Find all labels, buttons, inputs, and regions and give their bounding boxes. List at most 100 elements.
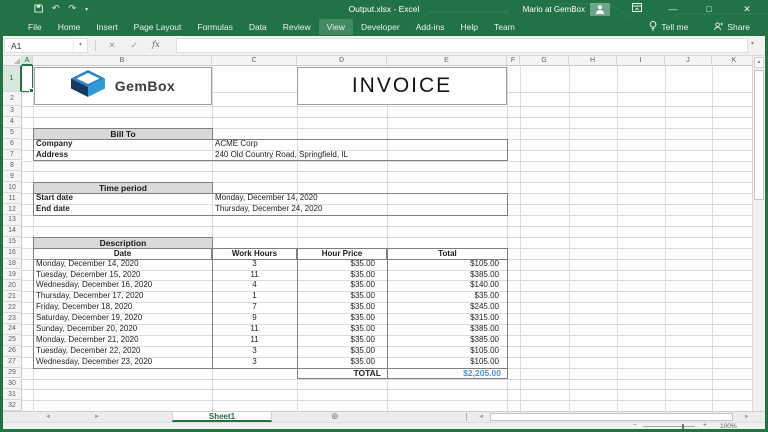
- work-row-hours[interactable]: 11: [212, 270, 297, 281]
- formula-input[interactable]: [176, 38, 748, 53]
- sheet-tab-sheet1[interactable]: Sheet1: [172, 412, 272, 422]
- work-row-hours[interactable]: 3: [212, 357, 297, 368]
- work-row-date[interactable]: Saturday, December 19, 2020: [36, 313, 209, 324]
- row-header-8[interactable]: 8: [3, 161, 22, 172]
- tab-scroll-divider[interactable]: [466, 413, 467, 421]
- column-header-h[interactable]: H: [569, 56, 617, 66]
- invoice-title-cell[interactable]: INVOICE: [297, 67, 507, 105]
- ribbon-tab-page-layout[interactable]: Page Layout: [126, 19, 190, 35]
- row-header-26[interactable]: 26: [3, 346, 22, 357]
- row-header-27[interactable]: 27: [3, 357, 22, 368]
- cancel-formula-icon[interactable]: ✕: [104, 38, 120, 53]
- scroll-up-icon[interactable]: ▲: [754, 57, 764, 68]
- vertical-scrollbar[interactable]: ▲: [752, 56, 765, 411]
- previous-sheet-icon[interactable]: ◄: [45, 414, 51, 420]
- ribbon-tab-review[interactable]: Review: [275, 19, 319, 35]
- time-period-value-2[interactable]: Thursday, December 24, 2020: [215, 204, 745, 215]
- zoom-out-icon[interactable]: −: [633, 422, 637, 429]
- row-header-24[interactable]: 24: [3, 324, 22, 335]
- time-period-label-1[interactable]: Start date: [36, 193, 209, 204]
- work-row-date[interactable]: Tuesday, December 15, 2020: [36, 270, 209, 281]
- work-row-hours[interactable]: 1: [212, 291, 297, 302]
- ribbon-tab-data[interactable]: Data: [241, 19, 275, 35]
- add-sheet-icon[interactable]: ⊕: [331, 412, 339, 422]
- row-header-2[interactable]: 2: [3, 92, 22, 106]
- ribbon-tab-developer[interactable]: Developer: [353, 19, 408, 35]
- row-header-6[interactable]: 6: [3, 139, 22, 150]
- work-row-price[interactable]: $35.00: [297, 335, 375, 346]
- work-row-hours[interactable]: 4: [212, 280, 297, 291]
- row-header-15[interactable]: 15: [3, 237, 22, 248]
- work-row-total[interactable]: $140.00: [387, 280, 499, 291]
- ribbon-display-options-icon[interactable]: [624, 0, 650, 18]
- hscroll-right-icon[interactable]: ►: [744, 414, 750, 420]
- work-row-price[interactable]: $35.00: [297, 270, 375, 281]
- column-header-b[interactable]: B: [33, 56, 212, 66]
- row-header-31[interactable]: 31: [3, 389, 22, 400]
- row-header-21[interactable]: 21: [3, 291, 22, 302]
- tell-me-box[interactable]: Tell me: [649, 21, 714, 33]
- hscroll-left-icon[interactable]: ◄: [478, 414, 484, 420]
- row-header-11[interactable]: 11: [3, 193, 22, 204]
- row-header-16[interactable]: 16: [3, 248, 22, 259]
- work-row-price[interactable]: $35.00: [297, 313, 375, 324]
- ribbon-tab-add-ins[interactable]: Add-ins: [408, 19, 453, 35]
- column-header-d[interactable]: D: [297, 56, 387, 66]
- horizontal-scrollbar-thumb[interactable]: [490, 413, 733, 421]
- enter-formula-icon[interactable]: ✓: [126, 38, 142, 53]
- ribbon-tab-insert[interactable]: Insert: [88, 19, 125, 35]
- column-header-f[interactable]: F: [507, 56, 520, 66]
- avatar[interactable]: [590, 3, 610, 16]
- row-header-4[interactable]: 4: [3, 117, 22, 128]
- work-row-hours[interactable]: 3: [212, 346, 297, 357]
- ribbon-tab-team[interactable]: Team: [486, 19, 523, 35]
- work-row-hours[interactable]: 3: [212, 259, 297, 270]
- column-header-k[interactable]: K: [712, 56, 757, 66]
- work-row-date[interactable]: Wednesday, December 16, 2020: [36, 280, 209, 291]
- work-row-date[interactable]: Sunday, December 20, 2020: [36, 324, 209, 335]
- row-header-19[interactable]: 19: [3, 270, 22, 281]
- work-row-hours[interactable]: 7: [212, 302, 297, 313]
- select-all-corner[interactable]: [3, 56, 22, 66]
- work-row-hours[interactable]: 9: [212, 313, 297, 324]
- row-header-3[interactable]: 3: [3, 106, 22, 117]
- work-row-total[interactable]: $385.00: [387, 270, 499, 281]
- zoom-in-icon[interactable]: +: [703, 422, 707, 429]
- minimize-button[interactable]: —: [660, 0, 686, 18]
- work-row-total[interactable]: $105.00: [387, 259, 499, 270]
- work-row-date[interactable]: Friday, December 18, 2020: [36, 302, 209, 313]
- work-row-price[interactable]: $35.00: [297, 324, 375, 335]
- bill-to-label-2[interactable]: Address: [36, 150, 209, 161]
- row-header-10[interactable]: 10: [3, 182, 22, 193]
- work-row-price[interactable]: $35.00: [297, 357, 375, 368]
- column-header-c[interactable]: C: [212, 56, 297, 66]
- work-row-total[interactable]: $105.00: [387, 346, 499, 357]
- work-row-total[interactable]: $385.00: [387, 335, 499, 346]
- work-row-date[interactable]: Monday, December 21, 2020: [36, 335, 209, 346]
- bill-to-value-1[interactable]: ACME Corp: [215, 139, 745, 150]
- close-button[interactable]: ✕: [734, 0, 760, 18]
- work-row-total[interactable]: $105.00: [387, 357, 499, 368]
- work-row-date[interactable]: Thursday, December 17, 2020: [36, 291, 209, 302]
- bill-to-value-2[interactable]: 240 Old Country Road, Springfield, IL: [215, 150, 745, 161]
- name-box[interactable]: A1 ▾: [4, 38, 88, 53]
- work-row-price[interactable]: $35.00: [297, 291, 375, 302]
- work-row-date[interactable]: Tuesday, December 22, 2020: [36, 346, 209, 357]
- row-header-5[interactable]: 5: [3, 128, 22, 139]
- row-header-7[interactable]: 7: [3, 150, 22, 161]
- row-header-22[interactable]: 22: [3, 302, 22, 313]
- row-header-12[interactable]: 12: [3, 204, 22, 215]
- ribbon-tab-home[interactable]: Home: [50, 19, 89, 35]
- ribbon-tab-file[interactable]: File: [20, 19, 50, 35]
- time-period-label-2[interactable]: End date: [36, 204, 209, 215]
- column-header-g[interactable]: G: [520, 56, 569, 66]
- row-header-1[interactable]: 1: [3, 66, 22, 92]
- next-sheet-icon[interactable]: ►: [94, 414, 100, 420]
- zoom-slider-track[interactable]: [643, 426, 695, 427]
- row-header-18[interactable]: 18: [3, 259, 22, 270]
- ribbon-tab-view[interactable]: View: [319, 19, 353, 35]
- work-row-date[interactable]: Wednesday, December 23, 2020: [36, 357, 209, 368]
- grand-total-value[interactable]: $2,205.00: [387, 368, 501, 379]
- row-header-20[interactable]: 20: [3, 280, 22, 291]
- row-header-14[interactable]: 14: [3, 226, 22, 237]
